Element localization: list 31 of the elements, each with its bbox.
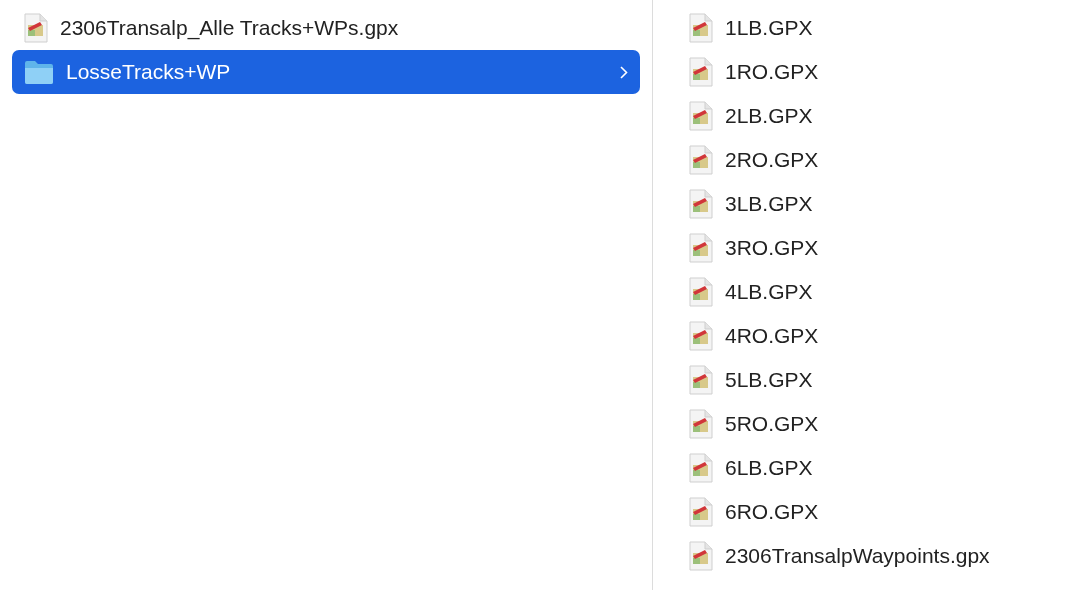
file-item[interactable]: 2RO.GPX — [677, 138, 1064, 182]
file-item[interactable]: 2306Transalp_Alle Tracks+WPs.gpx — [12, 6, 640, 50]
map-file-icon — [689, 57, 713, 87]
map-file-icon — [689, 101, 713, 131]
file-item[interactable]: 2LB.GPX — [677, 94, 1064, 138]
map-file-icon — [689, 277, 713, 307]
file-item[interactable]: 2306TransalpWaypoints.gpx — [677, 534, 1064, 578]
map-file-icon — [689, 13, 713, 43]
map-file-icon — [689, 321, 713, 351]
chevron-icon — [620, 65, 628, 79]
folder-icon — [24, 59, 54, 85]
file-item[interactable]: 5LB.GPX — [677, 358, 1064, 402]
map-file-icon — [689, 497, 713, 527]
map-file-icon — [689, 365, 713, 395]
file-item[interactable]: 6RO.GPX — [677, 490, 1064, 534]
file-item[interactable]: 5RO.GPX — [677, 402, 1064, 446]
file-item[interactable]: 6LB.GPX — [677, 446, 1064, 490]
file-item[interactable]: 4RO.GPX — [677, 314, 1064, 358]
map-file-icon — [689, 145, 713, 175]
file-item[interactable]: 4LB.GPX — [677, 270, 1064, 314]
map-file-icon — [689, 541, 713, 571]
folder-item[interactable]: LosseTracks+WP — [12, 50, 640, 94]
file-item[interactable]: 1LB.GPX — [677, 6, 1064, 50]
file-item[interactable]: 1RO.GPX — [677, 50, 1064, 94]
map-file-icon — [689, 189, 713, 219]
file-item[interactable]: 3LB.GPX — [677, 182, 1064, 226]
map-file-icon — [689, 409, 713, 439]
map-file-icon — [689, 453, 713, 483]
map-file-icon — [689, 233, 713, 263]
map-file-icon — [24, 13, 48, 43]
file-item[interactable]: 3RO.GPX — [677, 226, 1064, 270]
